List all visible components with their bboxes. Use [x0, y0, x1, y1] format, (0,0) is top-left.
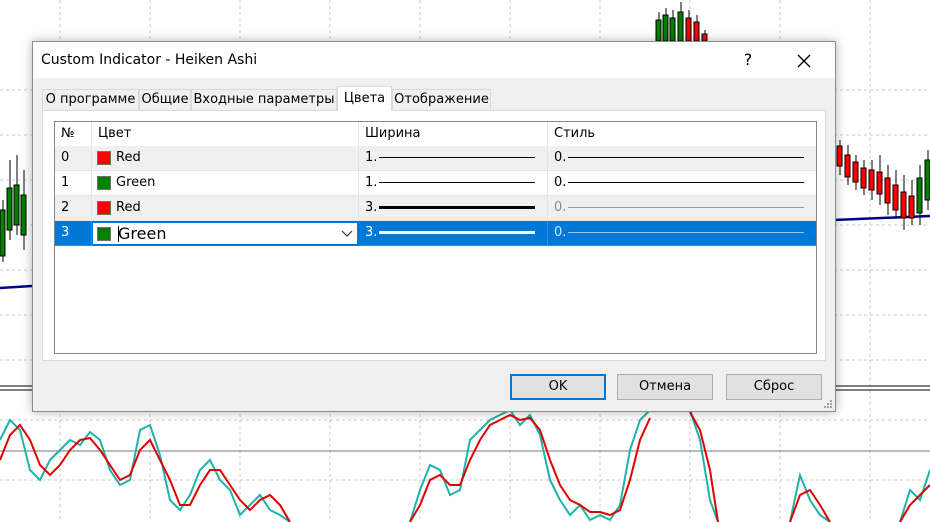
header-num[interactable]: № [55, 122, 92, 146]
window-title: Custom Indicator - Heiken Ashi [41, 52, 258, 68]
style-cell[interactable]: 0. [548, 171, 816, 196]
style-value: 0. [554, 200, 567, 215]
width-value: 1. [365, 175, 378, 190]
tab-inputs[interactable]: Входные параметры [191, 89, 337, 110]
style-value: 0. [554, 150, 567, 165]
close-icon [797, 54, 811, 67]
style-value: 0. [554, 175, 567, 190]
colors-panel: № Цвет Ширина Стиль 0 Red 1. 0. 1 Green … [42, 110, 826, 361]
style-line-preview [568, 182, 804, 183]
resize-grip-icon[interactable] [823, 399, 833, 409]
tab-colors[interactable]: Цвета [337, 86, 392, 111]
width-line-preview [379, 231, 535, 234]
width-line-preview [379, 182, 535, 183]
width-value: 3. [365, 200, 378, 215]
style-cell[interactable]: 0. [548, 221, 816, 246]
color-name: Green [116, 175, 156, 190]
ok-button[interactable]: OK [510, 374, 606, 400]
header-width[interactable]: Ширина [359, 122, 548, 146]
width-line-preview [379, 206, 535, 209]
width-cell[interactable]: 3. [359, 221, 548, 246]
style-cell[interactable]: 0. [548, 146, 816, 171]
table-row[interactable]: 2 Red 3. 0. [55, 196, 816, 221]
cancel-button[interactable]: Отмена [617, 374, 713, 400]
reset-button[interactable]: Сброс [726, 374, 822, 400]
style-line-preview [568, 232, 804, 233]
row-num: 3 [55, 221, 92, 246]
color-name: Red [116, 200, 141, 215]
table-row-selected[interactable]: 3 Green 3. 0. [55, 221, 816, 246]
tab-general[interactable]: Общие [139, 89, 191, 110]
tab-display[interactable]: Отображение [392, 89, 491, 110]
chevron-down-icon[interactable] [341, 226, 353, 240]
color-name: Red [116, 150, 141, 165]
style-value: 0. [554, 225, 567, 240]
header-style[interactable]: Стиль [548, 122, 816, 146]
color-dropdown[interactable]: Green [92, 222, 358, 245]
title-bar[interactable]: Custom Indicator - Heiken Ashi ? [33, 42, 835, 78]
color-swatch [97, 176, 111, 190]
colors-table: № Цвет Ширина Стиль 0 Red 1. 0. 1 Green … [54, 121, 817, 354]
style-line-preview [568, 157, 804, 158]
row-num: 0 [55, 146, 92, 171]
style-cell[interactable]: 0. [548, 196, 816, 221]
color-swatch [97, 227, 111, 241]
header-color[interactable]: Цвет [92, 122, 359, 146]
color-cell[interactable]: Red [92, 196, 359, 221]
color-name: Green [118, 224, 167, 243]
custom-indicator-dialog: Custom Indicator - Heiken Ashi ? О прогр… [32, 41, 836, 412]
color-swatch [97, 151, 111, 165]
row-num: 1 [55, 171, 92, 196]
color-cell[interactable]: Red [92, 146, 359, 171]
table-row[interactable]: 1 Green 1. 0. [55, 171, 816, 196]
width-cell[interactable]: 1. [359, 146, 548, 171]
style-line-preview [568, 207, 804, 208]
width-cell[interactable]: 3. [359, 196, 548, 221]
color-cell[interactable]: Green [92, 171, 359, 196]
color-swatch [97, 201, 111, 215]
close-button[interactable] [781, 42, 827, 78]
table-row[interactable]: 0 Red 1. 0. [55, 146, 816, 171]
row-num: 2 [55, 196, 92, 221]
table-header: № Цвет Ширина Стиль [55, 122, 816, 147]
width-cell[interactable]: 1. [359, 171, 548, 196]
tab-about[interactable]: О программе [42, 89, 139, 110]
width-value: 1. [365, 150, 378, 165]
help-button[interactable]: ? [725, 42, 771, 78]
width-value: 3. [365, 225, 378, 240]
width-line-preview [379, 157, 535, 158]
